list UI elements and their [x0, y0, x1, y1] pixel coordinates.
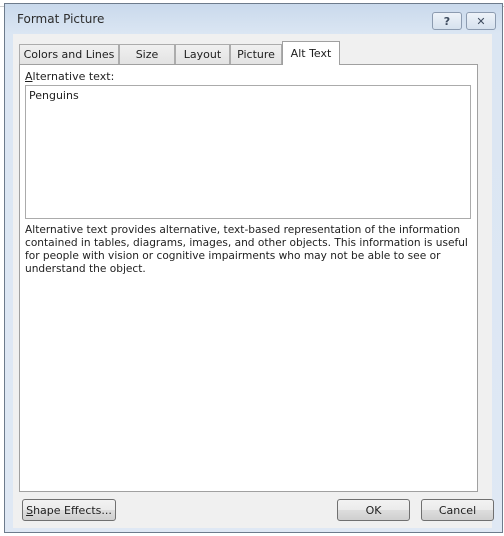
format-picture-dialog: Format Picture ? ✕ Colors and Lines Size…: [4, 3, 503, 533]
alternative-text-description: Alternative text provides alternative, t…: [25, 224, 468, 275]
dialog-client-area: Colors and Lines Size Layout Picture Alt…: [13, 34, 494, 528]
tab-colors-and-lines[interactable]: Colors and Lines: [19, 44, 119, 64]
question-mark-icon: ?: [443, 14, 451, 28]
tab-size[interactable]: Size: [119, 44, 175, 64]
tab-alt-text[interactable]: Alt Text: [282, 41, 340, 65]
cancel-button[interactable]: Cancel: [421, 499, 494, 521]
alternative-text-label: Alternative text:: [25, 70, 115, 83]
alt-text-panel: Alternative text: Penguins Alternative t…: [19, 64, 478, 492]
help-button[interactable]: ?: [432, 12, 462, 30]
tab-layout[interactable]: Layout: [175, 44, 230, 64]
shape-effects-button[interactable]: Shape Effects...: [22, 499, 116, 521]
ok-button[interactable]: OK: [337, 499, 410, 521]
dialog-title: Format Picture: [17, 12, 105, 26]
tab-picture[interactable]: Picture: [230, 44, 282, 64]
close-button[interactable]: ✕: [466, 12, 496, 30]
close-x-icon: ✕: [476, 14, 486, 28]
alternative-text-input[interactable]: Penguins: [25, 85, 471, 219]
